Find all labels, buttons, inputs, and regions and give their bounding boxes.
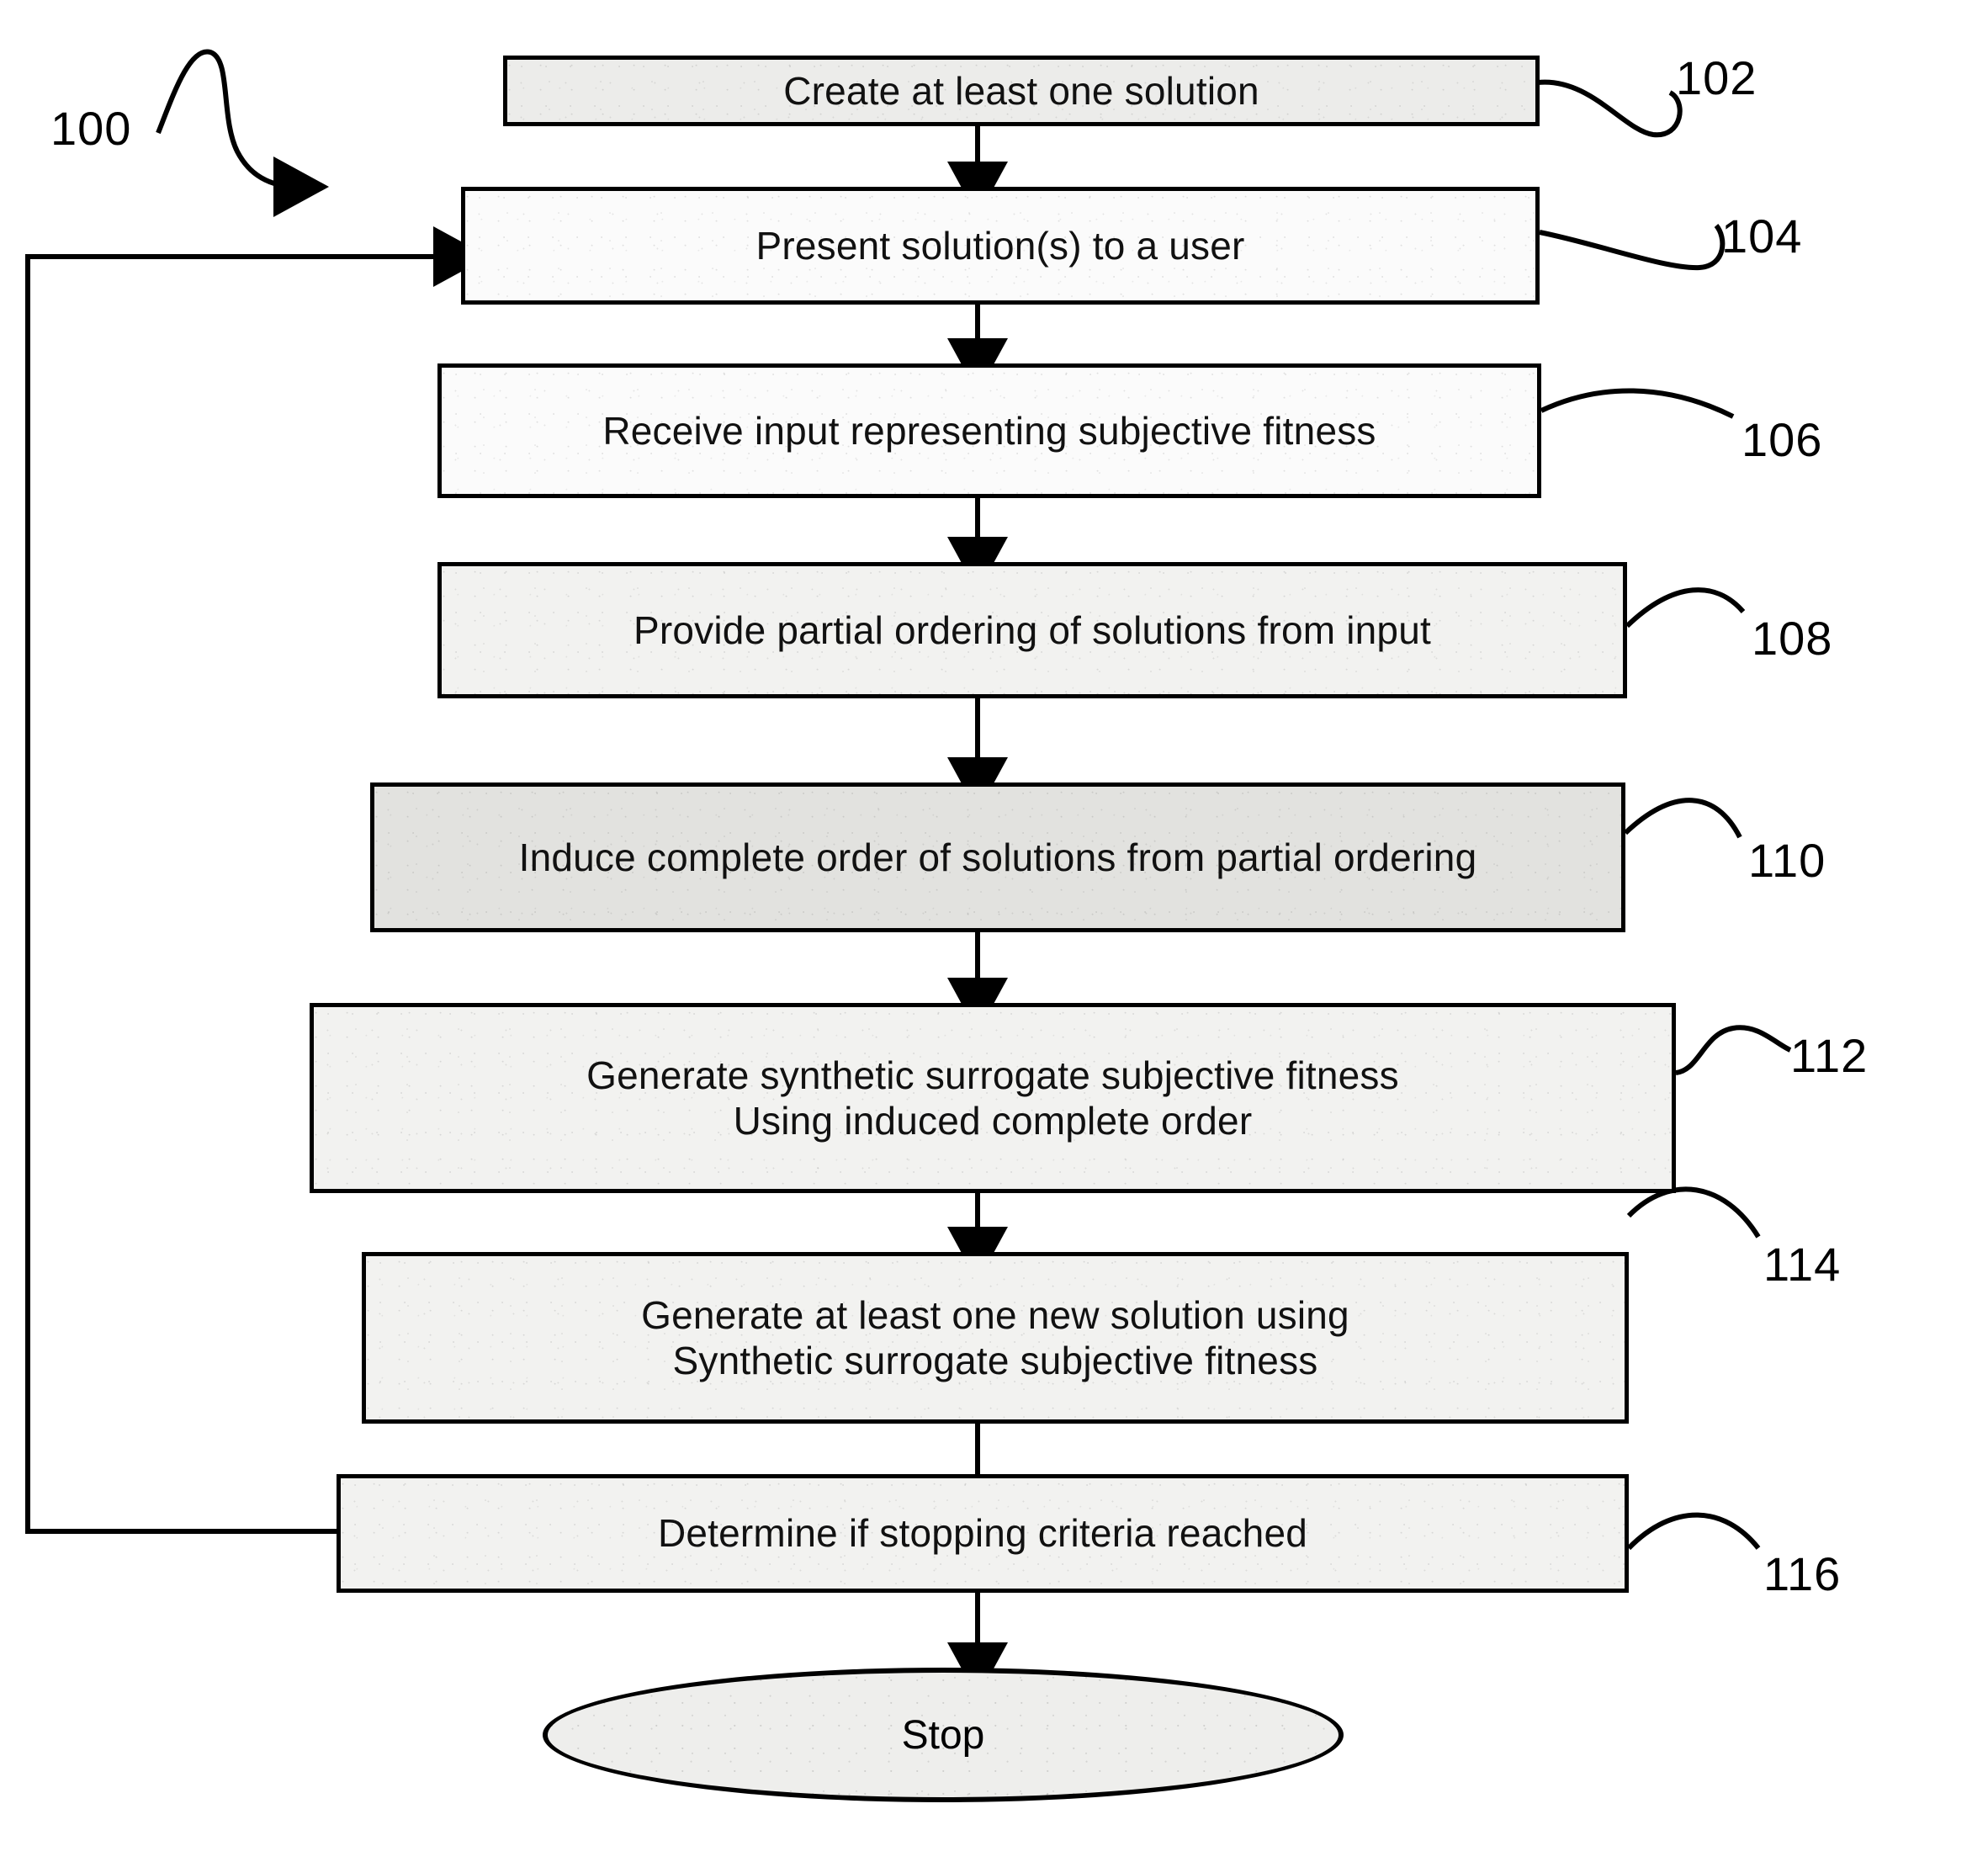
step-box-110[interactable]: Induce complete order of solutions from … [370,782,1625,932]
ref-numeral-102: 102 [1676,51,1757,104]
leader-102 [1537,79,1683,138]
step-box-102-label: Create at least one solution [783,68,1259,113]
leader-112 [1675,1025,1792,1075]
step-box-104[interactable]: Present solution(s) to a user [461,187,1540,305]
figure-ref-100: 100 [50,102,132,155]
leader-104 [1539,224,1726,271]
figure-ref-leader [156,49,329,217]
ref-numeral-108: 108 [1752,612,1833,665]
step-box-106[interactable]: Receive input representing subjective fi… [437,363,1541,498]
leader-114 [1626,1186,1761,1239]
step-box-110-label: Induce complete order of solutions from … [518,835,1477,879]
step-box-116-label: Determine if stopping criteria reached [657,1511,1308,1556]
ref-numeral-110: 110 [1748,834,1826,887]
ref-numeral-114: 114 [1763,1238,1842,1291]
step-box-114[interactable]: Generate at least one new solution using… [362,1252,1629,1424]
step-box-104-label: Present solution(s) to a user [755,223,1245,268]
step-box-112[interactable]: Generate synthetic surrogate subjective … [310,1003,1676,1193]
leader-110 [1623,798,1742,839]
step-box-108-label: Provide partial ordering of solutions fr… [634,607,1431,652]
leader-106 [1540,388,1735,419]
leader-108 [1625,587,1746,629]
ref-numeral-112: 112 [1790,1029,1869,1082]
step-box-106-label: Receive input representing subjective fi… [602,408,1376,453]
flowchart-canvas: 100 Create at least one solution Present… [0,0,1988,1862]
leader-116 [1626,1512,1761,1551]
ref-numeral-104: 104 [1721,210,1803,263]
step-box-102[interactable]: Create at least one solution [503,56,1540,126]
stop-terminator-label: Stop [901,1712,985,1758]
ref-numeral-116: 116 [1763,1547,1842,1600]
step-box-114-label: Generate at least one new solution using… [641,1292,1349,1382]
ref-numeral-106: 106 [1741,413,1823,466]
step-box-108[interactable]: Provide partial ordering of solutions fr… [437,562,1627,698]
stop-terminator[interactable]: Stop [543,1668,1344,1802]
step-box-116[interactable]: Determine if stopping criteria reached [337,1474,1629,1593]
step-box-112-label: Generate synthetic surrogate subjective … [586,1053,1399,1143]
